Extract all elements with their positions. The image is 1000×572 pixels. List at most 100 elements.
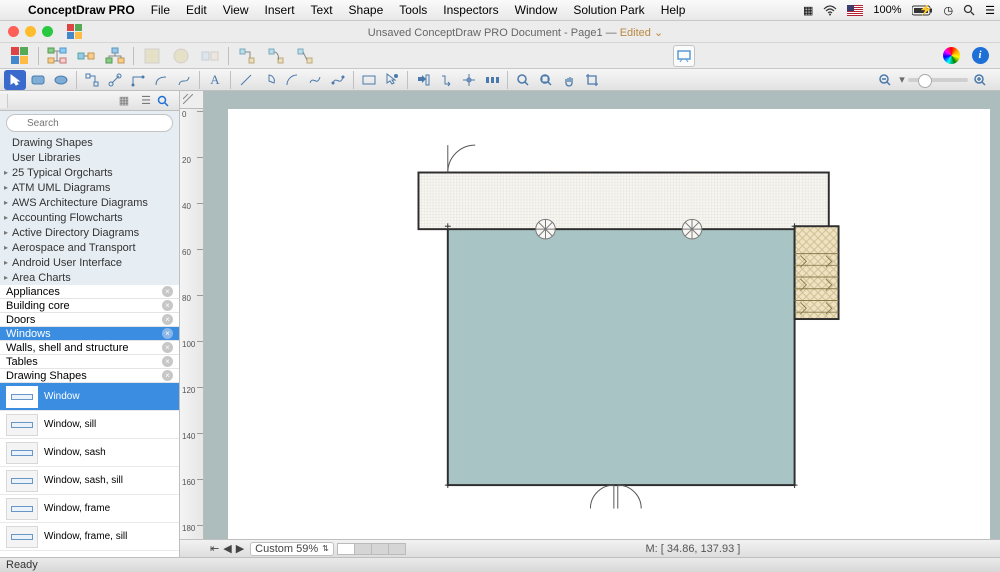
notifications-icon[interactable]: ☰ — [980, 4, 1000, 17]
rect-shape-tool[interactable] — [27, 70, 49, 90]
dimmed-tool-2-icon[interactable] — [167, 43, 195, 69]
reroute-tool[interactable] — [435, 70, 457, 90]
rapid-org-icon[interactable] — [101, 43, 129, 69]
zoom-in-button[interactable] — [969, 70, 991, 90]
round-connector-tool[interactable] — [150, 70, 172, 90]
close-icon[interactable]: × — [162, 370, 173, 381]
menu-solution-park[interactable]: Solution Park — [565, 3, 652, 17]
zoom-tool-icon[interactable] — [512, 70, 534, 90]
page-prev-button[interactable]: ◀ — [223, 542, 231, 555]
library-row[interactable]: ▸ATM UML Diagrams — [0, 180, 179, 195]
floor-plan-drawing[interactable] — [228, 109, 990, 529]
sector-tool[interactable] — [258, 70, 280, 90]
menu-window[interactable]: Window — [507, 3, 566, 17]
category-row[interactable]: Walls, shell and structure× — [0, 341, 179, 355]
page[interactable] — [228, 109, 990, 539]
sidebar-tab-search-icon[interactable] — [157, 95, 179, 107]
shape-row[interactable]: Window, frame — [0, 495, 179, 523]
library-row[interactable]: User Libraries — [0, 150, 179, 165]
close-icon[interactable]: × — [162, 356, 173, 367]
zoom-level-selector[interactable]: Custom 59% ⇅ — [250, 542, 334, 556]
sidebar-tab-grid-icon[interactable]: ▦ — [113, 94, 135, 107]
library-row[interactable]: ▸25 Typical Orgcharts — [0, 165, 179, 180]
zoom-out-button[interactable] — [874, 70, 896, 90]
close-window-button[interactable] — [8, 26, 19, 37]
present-mode-icon[interactable] — [673, 45, 695, 67]
line-tool[interactable] — [235, 70, 257, 90]
sidebar-tab-list-icon[interactable]: ☰ — [135, 94, 157, 107]
minimize-window-button[interactable] — [25, 26, 36, 37]
pointer-tool[interactable] — [4, 70, 26, 90]
info-icon[interactable]: i — [966, 43, 994, 69]
connector-style-2-icon[interactable] — [262, 43, 290, 69]
category-row[interactable]: Windows× — [0, 327, 179, 341]
smart-connector-tool[interactable] — [81, 70, 103, 90]
bezier-tool[interactable] — [327, 70, 349, 90]
grid-indicator-icon[interactable]: ▦ — [798, 4, 818, 17]
category-row[interactable]: Doors× — [0, 313, 179, 327]
close-icon[interactable]: × — [162, 300, 173, 311]
menu-file[interactable]: File — [143, 3, 178, 17]
menu-view[interactable]: View — [215, 3, 257, 17]
close-icon[interactable]: × — [162, 286, 173, 297]
close-icon[interactable]: × — [162, 342, 173, 353]
page-next-button[interactable]: ▶ — [236, 542, 244, 555]
menu-shape[interactable]: Shape — [341, 3, 392, 17]
menu-tools[interactable]: Tools — [391, 3, 435, 17]
flag-icon[interactable] — [842, 5, 868, 16]
page-tab-3[interactable] — [371, 543, 389, 555]
rapid-chain-icon[interactable] — [72, 43, 100, 69]
snap-node-tool[interactable] — [412, 70, 434, 90]
category-row[interactable]: Drawing Shapes× — [0, 369, 179, 383]
dimmed-tool-1-icon[interactable] — [138, 43, 166, 69]
distribute-tool[interactable] — [481, 70, 503, 90]
crop-tool-icon[interactable] — [581, 70, 603, 90]
menu-help[interactable]: Help — [653, 3, 694, 17]
shape-row[interactable]: Window — [0, 383, 179, 411]
spotlight-icon[interactable] — [958, 4, 980, 16]
maximize-window-button[interactable] — [42, 26, 53, 37]
hand-tool-icon[interactable] — [558, 70, 580, 90]
shape-row[interactable]: Window, sash, sill — [0, 467, 179, 495]
zoom-dropdown-icon[interactable]: ▾ — [897, 70, 907, 90]
library-row[interactable]: ▸Area Charts — [0, 270, 179, 285]
arc-tool[interactable] — [281, 70, 303, 90]
page-first-button[interactable]: ⇤ — [210, 542, 219, 555]
canvas-viewport[interactable] — [204, 109, 1000, 539]
page-tab-1[interactable] — [337, 543, 355, 555]
spline-tool[interactable] — [304, 70, 326, 90]
category-row[interactable]: Building core× — [0, 299, 179, 313]
chevron-down-icon[interactable]: ⌄ — [651, 27, 663, 39]
category-row[interactable]: Appliances× — [0, 285, 179, 299]
library-row[interactable]: ▸Aerospace and Transport — [0, 240, 179, 255]
ruler-vertical[interactable]: 020406080100120140160180 — [180, 109, 204, 539]
ellipse-shape-tool[interactable] — [50, 70, 72, 90]
curve-connector-tool[interactable] — [173, 70, 195, 90]
stencil-palette-icon[interactable] — [6, 43, 34, 69]
edit-points-tool[interactable] — [381, 70, 403, 90]
text-tool[interactable]: A — [204, 70, 226, 90]
app-name[interactable]: ConceptDraw PRO — [20, 3, 143, 17]
library-row[interactable]: Drawing Shapes — [0, 135, 179, 150]
sidebar-handle[interactable] — [0, 94, 8, 108]
document-title[interactable]: Unsaved ConceptDraw PRO Document - Page1… — [83, 25, 948, 39]
connector-style-1-icon[interactable] — [233, 43, 261, 69]
direct-connector-tool[interactable] — [104, 70, 126, 90]
page-tab-2[interactable] — [354, 543, 372, 555]
connector-style-3-icon[interactable] — [291, 43, 319, 69]
close-icon[interactable]: × — [162, 314, 173, 325]
dimmed-tool-3-icon[interactable] — [196, 43, 224, 69]
library-row[interactable]: ▸AWS Architecture Diagrams — [0, 195, 179, 210]
page-tab-4[interactable] — [388, 543, 406, 555]
shape-row[interactable]: Window, sash — [0, 439, 179, 467]
library-row[interactable]: ▸Active Directory Diagrams — [0, 225, 179, 240]
color-wheel-icon[interactable] — [937, 43, 965, 69]
shape-row[interactable]: Window, sill — [0, 411, 179, 439]
angle-connector-tool[interactable] — [127, 70, 149, 90]
shape-row[interactable]: Window, frame, sill — [0, 523, 179, 551]
rapid-tree-icon[interactable] — [43, 43, 71, 69]
menu-text[interactable]: Text — [303, 3, 341, 17]
wifi-icon[interactable] — [818, 5, 842, 16]
battery-icon[interactable]: ⚡ — [907, 5, 939, 16]
guide-point-tool[interactable] — [458, 70, 480, 90]
